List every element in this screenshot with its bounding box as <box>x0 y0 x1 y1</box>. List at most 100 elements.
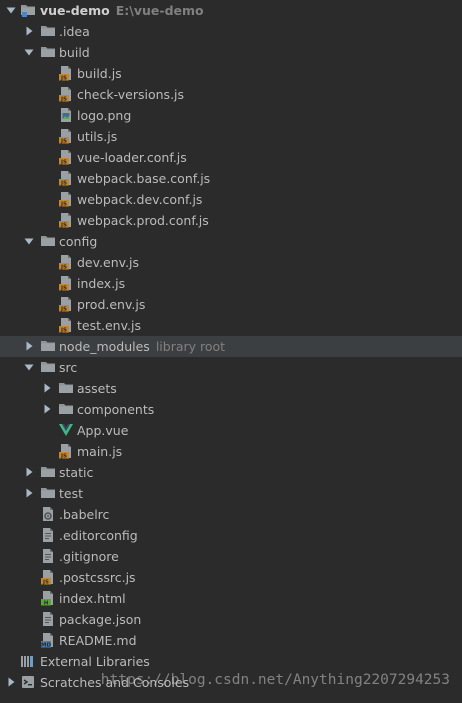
js-file-icon: JS <box>58 149 74 166</box>
svg-text:JS: JS <box>60 202 67 207</box>
tree-item-package-json[interactable]: package.json <box>0 609 462 630</box>
chevron-right-icon[interactable] <box>23 340 35 352</box>
tree-item-label: build <box>59 45 90 60</box>
folder-icon <box>40 485 56 501</box>
js-file-icon: JS <box>58 191 74 208</box>
js-file-icon: JS <box>58 443 74 460</box>
tree-item-label: dev.env.js <box>77 255 140 270</box>
tree-item-main-js[interactable]: JS main.js <box>0 441 462 462</box>
tree-item-test[interactable]: test <box>0 483 462 504</box>
chevron-down-icon[interactable] <box>23 361 35 373</box>
js-file-icon: JS <box>58 296 74 313</box>
tree-item-dev-env-js[interactable]: JS dev.env.js <box>0 252 462 273</box>
tree-item-index-js[interactable]: JS index.js <box>0 273 462 294</box>
tree-item-label: test.env.js <box>77 318 141 333</box>
tree-item-label: index.html <box>59 591 126 606</box>
chevron-down-icon[interactable] <box>23 46 35 58</box>
tree-item-label: vue-loader.conf.js <box>77 150 187 165</box>
tree-item-build[interactable]: build <box>0 42 462 63</box>
js-file-icon: JS <box>58 128 74 145</box>
tree-item-label: .editorconfig <box>59 528 138 543</box>
chevron-down-icon[interactable] <box>5 4 17 16</box>
tree-item-scratches-and-consoles[interactable]: Scratches and Consoles <box>0 672 462 693</box>
tree-item-label: src <box>59 360 78 375</box>
chevron-right-icon[interactable] <box>23 487 35 499</box>
tree-item-utils-js[interactable]: JS utils.js <box>0 126 462 147</box>
tree-item-static[interactable]: static <box>0 462 462 483</box>
chevron-right-icon[interactable] <box>23 466 35 478</box>
tree-item-label: static <box>59 465 94 480</box>
json-file-icon <box>40 611 56 627</box>
tree-item-check-versions-js[interactable]: JS check-versions.js <box>0 84 462 105</box>
js-file-icon: JS <box>58 86 74 103</box>
text-file-icon <box>40 548 56 564</box>
svg-text:JS: JS <box>60 307 67 312</box>
tree-item-label: check-versions.js <box>77 87 185 102</box>
tree-item-test-env-js[interactable]: JS test.env.js <box>0 315 462 336</box>
tree-item-label: package.json <box>59 612 142 627</box>
tree-item-label: .babelrc <box>59 507 110 522</box>
svg-text:JS: JS <box>60 76 67 81</box>
tree-item-vue-loader-conf-js[interactable]: JS vue-loader.conf.js <box>0 147 462 168</box>
folder-icon <box>40 23 56 39</box>
chevron-right-icon[interactable] <box>5 676 17 688</box>
tree-item-webpack-base-conf-js[interactable]: JS webpack.base.conf.js <box>0 168 462 189</box>
tree-item-hint: E:\vue-demo <box>115 3 204 18</box>
markdown-file-icon: MD <box>40 632 56 649</box>
svg-text:JS: JS <box>60 160 67 165</box>
chevron-down-icon[interactable] <box>23 235 35 247</box>
folder-icon <box>40 233 56 249</box>
chevron-right-icon[interactable] <box>41 403 53 415</box>
tree-item-label: node_modules library root <box>59 339 226 354</box>
js-file-icon: JS <box>58 275 74 292</box>
chevron-right-icon[interactable] <box>41 382 53 394</box>
tree-item-vue-demo[interactable]: vue-demo E:\vue-demo <box>0 0 462 21</box>
tree-item-label: build.js <box>77 66 122 81</box>
svg-text:JS: JS <box>60 328 67 333</box>
tree-item-app-vue[interactable]: App.vue <box>0 420 462 441</box>
chevron-right-icon[interactable] <box>23 25 35 37</box>
tree-item-src[interactable]: src <box>0 357 462 378</box>
folder-icon <box>40 359 56 375</box>
tree-item-webpack-prod-conf-js[interactable]: JS webpack.prod.conf.js <box>0 210 462 231</box>
image-file-icon <box>58 107 74 123</box>
tree-item-label: logo.png <box>77 108 132 123</box>
tree-item-label: webpack.base.conf.js <box>77 171 211 186</box>
tree-item-label: test <box>59 486 84 501</box>
js-file-icon: JS <box>58 65 74 82</box>
tree-item-postcssrc-js[interactable]: JS .postcssrc.js <box>0 567 462 588</box>
tree-item-gitignore[interactable]: .gitignore <box>0 546 462 567</box>
tree-item-prod-env-js[interactable]: JS prod.env.js <box>0 294 462 315</box>
tree-item-index-html[interactable]: Hindex.html <box>0 588 462 609</box>
tree-item-assets[interactable]: assets <box>0 378 462 399</box>
vue-file-icon <box>58 422 74 438</box>
folder-icon <box>40 464 56 480</box>
tree-item-label: .idea <box>59 24 90 39</box>
tree-item-node-modules[interactable]: node_modules library root <box>0 336 462 357</box>
tree-item-webpack-dev-conf-js[interactable]: JS webpack.dev.conf.js <box>0 189 462 210</box>
folder-icon <box>20 2 36 18</box>
js-file-icon: JS <box>58 170 74 187</box>
js-file-icon: JS <box>58 254 74 271</box>
config-file-icon <box>40 506 56 522</box>
tree-item-logo-png[interactable]: logo.png <box>0 105 462 126</box>
js-file-icon: JS <box>58 212 74 229</box>
tree-item-label: .postcssrc.js <box>59 570 136 585</box>
tree-item-idea[interactable]: .idea <box>0 21 462 42</box>
scratches-icon <box>20 674 36 690</box>
tree-item-editorconfig[interactable]: .editorconfig <box>0 525 462 546</box>
tree-item-label: .gitignore <box>59 549 119 564</box>
tree-item-babelrc[interactable]: .babelrc <box>0 504 462 525</box>
tree-item-build-js[interactable]: JS build.js <box>0 63 462 84</box>
svg-text:JS: JS <box>60 97 67 102</box>
js-file-icon: JS <box>58 317 74 334</box>
svg-text:JS: JS <box>60 139 67 144</box>
tree-item-readme-md[interactable]: MD README.md <box>0 630 462 651</box>
tree-item-external-libraries[interactable]: External Libraries <box>0 651 462 672</box>
tree-item-label: webpack.prod.conf.js <box>77 213 209 228</box>
svg-text:JS: JS <box>60 265 67 270</box>
tree-item-components[interactable]: components <box>0 399 462 420</box>
tree-item-label: components <box>77 402 155 417</box>
tree-item-config[interactable]: config <box>0 231 462 252</box>
folder-icon <box>40 44 56 60</box>
